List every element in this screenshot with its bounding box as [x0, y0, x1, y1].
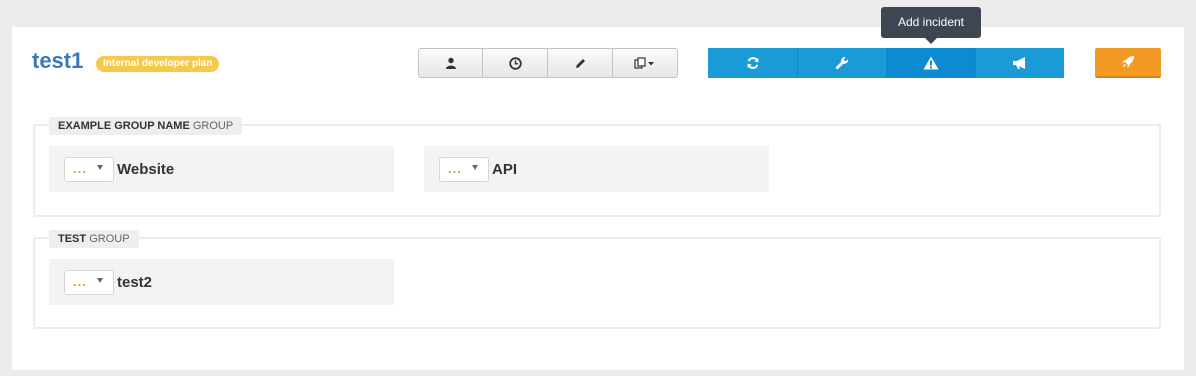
page-title: test1	[32, 48, 84, 73]
group-name: TEST	[58, 233, 87, 245]
user-button[interactable]	[418, 48, 483, 78]
component-name: test2	[117, 273, 153, 291]
status-select[interactable]: ...	[439, 156, 489, 182]
copy-dropdown-icon	[634, 57, 654, 69]
megaphone-icon	[1013, 57, 1025, 69]
warning-icon	[923, 56, 939, 70]
status-value: ...	[73, 273, 87, 289]
pencil-icon	[575, 58, 585, 68]
group-suffix: GROUP	[89, 233, 130, 245]
group-name: EXAMPLE GROUP NAME	[58, 120, 190, 132]
component-row: ... Website	[49, 146, 394, 192]
user-icon	[445, 57, 456, 69]
launch-button[interactable]	[1095, 48, 1161, 78]
clock-icon	[508, 56, 522, 70]
chevron-down-icon	[472, 164, 478, 170]
component-name: API	[492, 160, 518, 178]
edit-button[interactable]	[548, 48, 613, 78]
group-label-example: EXAMPLE GROUP NAME GROUP	[49, 117, 243, 135]
status-value: ...	[448, 160, 462, 176]
copy-dropdown-button[interactable]	[613, 48, 678, 78]
refresh-button[interactable]	[708, 48, 797, 78]
rocket-icon	[1122, 56, 1134, 68]
chevron-down-icon	[97, 164, 103, 170]
component-name: Website	[117, 160, 175, 178]
component-row: ... API	[424, 146, 769, 192]
plan-badge: Internal developer plan	[96, 56, 220, 72]
group-suffix: GROUP	[192, 120, 234, 132]
add-incident-tooltip: Add incident	[881, 7, 981, 38]
group-label-test: TEST GROUP	[49, 230, 139, 248]
announcement-button[interactable]	[975, 48, 1064, 78]
chevron-down-icon	[97, 277, 103, 283]
add-incident-button[interactable]	[886, 48, 975, 78]
history-button[interactable]	[483, 48, 548, 78]
refresh-icon	[747, 57, 758, 69]
component-row: ... test2	[49, 259, 394, 305]
wrench-icon	[835, 57, 848, 70]
status-select[interactable]: ...	[64, 156, 114, 182]
maintenance-button[interactable]	[797, 48, 886, 78]
grey-toolbar	[418, 48, 678, 78]
blue-toolbar	[708, 48, 1064, 78]
status-value: ...	[73, 160, 87, 176]
tooltip-arrow	[925, 38, 937, 44]
status-select[interactable]: ...	[64, 269, 114, 295]
